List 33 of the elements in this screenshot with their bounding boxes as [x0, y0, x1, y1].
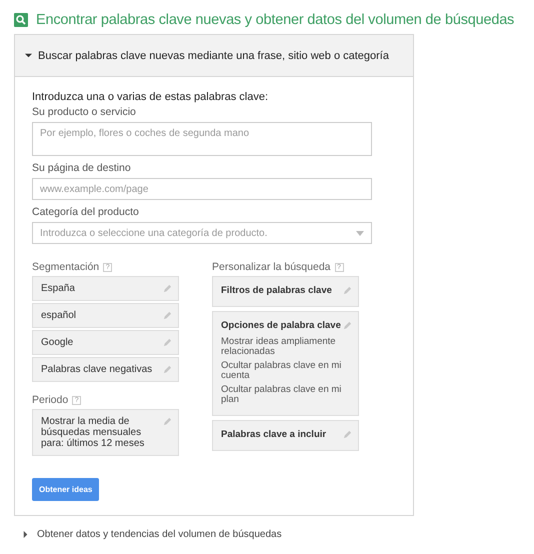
group-label: Segmentación [32, 261, 100, 273]
option-text: Ocultar palabras clave en mi plan [221, 384, 342, 405]
group-label: Personalizar la búsqueda [212, 261, 330, 273]
section-header[interactable]: Buscar palabras clave nuevas mediante una frase, sitio web o categoría [15, 35, 413, 77]
setting-value: España [41, 283, 75, 294]
setting-value: Google [41, 337, 74, 348]
setting-value: Palabras clave negativas [41, 364, 152, 375]
setting-card[interactable]: español [32, 303, 179, 328]
option-card[interactable]: Palabras clave a incluir [212, 420, 359, 451]
setting-value: español [41, 310, 76, 321]
input-field[interactable]: Por ejemplo, flores o coches de segunda mano [32, 122, 372, 156]
group-label: Periodo [32, 394, 68, 406]
page-title: Encontrar palabras clave nuevas y obtener datos del volumen de búsquedas [36, 12, 514, 28]
option-card[interactable]: Filtros de palabras clave [212, 276, 359, 307]
intro-text: Introduzca una o varias de estas palabras clave: [32, 91, 270, 103]
setting-value: Mostrar la media de búsquedas mensuales para: últimos 12 meses [41, 416, 146, 449]
input-field[interactable]: www.example.com/page [32, 178, 372, 200]
setting-card[interactable]: Google [32, 330, 179, 355]
option-text: Mostrar ideas ampliamente relacionadas [221, 337, 337, 357]
option-text: Ocultar palabras clave en mi cuenta [221, 360, 342, 381]
card-title: Palabras clave a incluir [221, 428, 326, 440]
section-header[interactable]: Obtener datos y tendencias del volumen de búsquedas [14, 516, 420, 554]
section-title: Buscar palabras clave nuevas mediante una frase, sitio web o categoría [38, 50, 389, 62]
option-card[interactable]: Opciones de palabra clave Mostrar ideas ampliamente relacionadas Ocultar palabras clave en mi cuenta Ocultar palabras clave en mi plan [212, 311, 359, 416]
setting-card[interactable]: Mostrar la media de búsquedas mensuales para: últimos 12 meses [32, 409, 179, 456]
setting-card[interactable]: Palabras clave negativas [32, 357, 179, 382]
card-title: Opciones de palabra clave [221, 320, 342, 331]
setting-card[interactable]: España [32, 276, 179, 301]
field-label: Categoría del producto [32, 206, 140, 218]
section-title: Obtener datos y tendencias del volumen de búsquedas [37, 529, 282, 540]
card-title: Filtros de palabras clave [221, 285, 332, 296]
field-label: Su producto o servicio [32, 106, 137, 118]
field-label: Su página de destino [32, 162, 132, 174]
